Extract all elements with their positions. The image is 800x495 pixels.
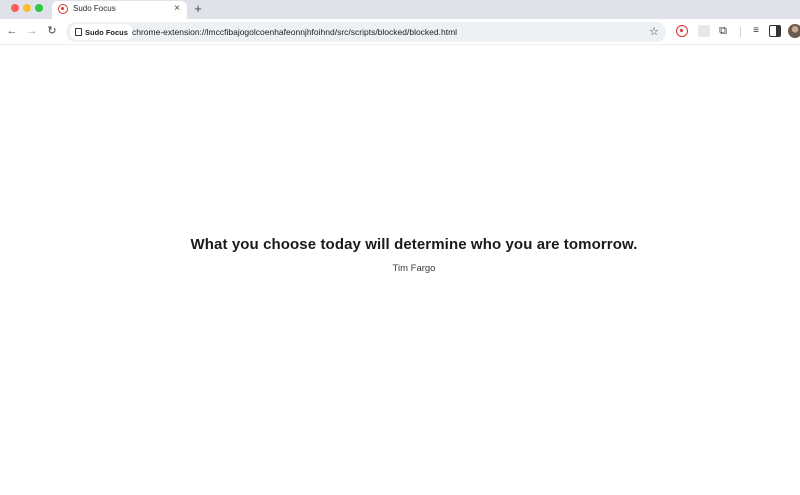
side-panel-icon[interactable] [769, 25, 781, 37]
quote-author: Tim Fargo [392, 263, 436, 274]
toolbar-divider [740, 27, 741, 37]
forward-button[interactable]: → [25, 24, 39, 38]
site-chip-label: Sudo Focus [85, 27, 128, 37]
tab-sudo-focus[interactable]: Sudo Focus × [52, 1, 187, 19]
tab-title: Sudo Focus [73, 4, 116, 13]
maximize-window-button[interactable] [35, 4, 43, 12]
sudo-focus-extension-icon[interactable] [676, 25, 688, 37]
address-bar[interactable]: Sudo Focus chrome-extension://lmccfibajo… [66, 22, 666, 42]
extensions-puzzle-icon[interactable]: ⧉ [717, 25, 729, 37]
new-tab-button[interactable]: + [192, 0, 204, 17]
back-button[interactable]: ← [5, 24, 19, 38]
extension-page-icon [75, 28, 82, 36]
browser-toolbar: ← → ↻ Sudo Focus chrome-extension://lmcc… [0, 19, 800, 45]
blocked-page: What you choose today will determine who… [0, 46, 800, 495]
site-info-chip[interactable]: Sudo Focus [70, 24, 133, 40]
quote-text: What you choose today will determine who… [190, 236, 638, 253]
media-controls-icon[interactable]: ≡ [750, 25, 762, 37]
close-window-button[interactable] [11, 4, 19, 12]
minimize-window-button[interactable] [23, 4, 31, 12]
extension-placeholder-icon[interactable] [698, 25, 710, 37]
browser-window: Sudo Focus × + ← → ↻ Sudo Focus chrome-e… [0, 0, 800, 495]
profile-avatar[interactable] [788, 24, 800, 38]
tab-strip: Sudo Focus × + [0, 0, 800, 19]
close-tab-icon[interactable]: × [174, 3, 180, 15]
bookmark-star-icon[interactable]: ☆ [649, 24, 659, 40]
reload-button[interactable]: ↻ [45, 24, 59, 38]
url-text[interactable]: chrome-extension://lmccfibajogolcoenhafe… [132, 27, 457, 37]
sudo-focus-icon [58, 4, 68, 14]
